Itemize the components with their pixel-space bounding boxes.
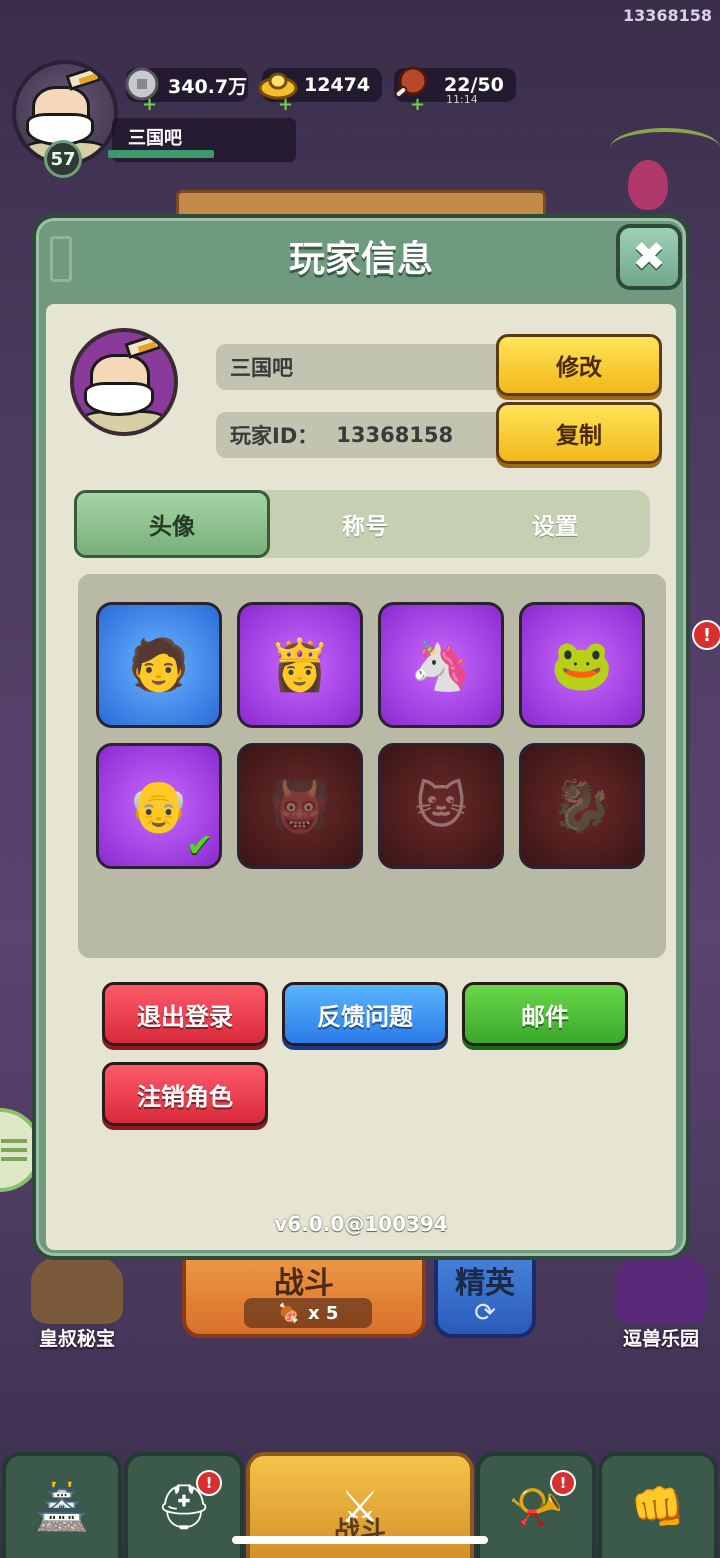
gold-plus-icon[interactable]: + xyxy=(278,94,293,115)
avatar-option[interactable]: 🧑 xyxy=(96,602,222,728)
nav-tab-heroes[interactable]: ⛑ xyxy=(124,1452,244,1558)
tab-avatar[interactable]: 头像 xyxy=(74,490,270,558)
dialog-title: 玩家信息 xyxy=(288,239,433,280)
level-badge: 57 xyxy=(44,140,82,178)
gold-counter[interactable]: + 12474 xyxy=(258,68,382,115)
tab-title[interactable]: 称号 xyxy=(270,490,460,558)
avatar-option[interactable]: 🐱 xyxy=(378,743,504,869)
player-id-value: 13368158 xyxy=(336,423,454,447)
pagoda-icon: 🏯 xyxy=(34,1482,90,1533)
fist-icon: 👊 xyxy=(630,1482,686,1533)
gold-value: 12474 xyxy=(304,74,371,96)
coin-value: 340.7万 xyxy=(168,75,248,98)
coin-plus-icon[interactable]: + xyxy=(142,94,157,115)
avatar-option[interactable]: 🐉 xyxy=(519,743,645,869)
right-building[interactable]: 逗兽乐园 xyxy=(608,1254,714,1351)
avatar-grid: 🧑 👸 🦄 🐸 👴 ✔ 👹 🐱 🐉 xyxy=(78,574,666,958)
player-id-label: 玩家ID： xyxy=(230,424,319,448)
stamina-plus-icon[interactable]: + xyxy=(410,94,425,115)
demon-warrior-avatar: 👹 xyxy=(268,776,332,835)
battle-cost-value: x 5 xyxy=(308,1302,339,1324)
elite-label: 精英 xyxy=(455,1266,515,1301)
avatar-option[interactable]: 👹 xyxy=(237,743,363,869)
home-indicator[interactable] xyxy=(232,1536,488,1544)
stamina-timer: 11:14 xyxy=(446,93,478,106)
nav-tab-upgrades[interactable]: 📯 xyxy=(476,1452,596,1558)
close-button[interactable]: ✖ xyxy=(616,224,682,290)
avatar-option[interactable]: 🦄 xyxy=(378,602,504,728)
lucky-cat-avatar: 🐱 xyxy=(414,777,468,835)
delete-role-button[interactable]: 注销角色 xyxy=(102,1062,268,1126)
stamina-counter[interactable]: + 22/50 11:14 xyxy=(394,66,516,115)
vine-decoration xyxy=(610,128,720,168)
refresh-icon: ⟳ xyxy=(474,1298,496,1328)
left-building-label: 皇叔秘宝 xyxy=(38,1328,115,1350)
green-headband-hero-avatar: 🧑 xyxy=(127,635,191,694)
player-id-field: 玩家ID： 13368158 xyxy=(216,412,506,458)
logout-button[interactable]: 退出登录 xyxy=(102,982,268,1046)
version-text: v6.0.0@100394 xyxy=(274,1212,448,1236)
close-icon: ✖ xyxy=(620,228,678,286)
avatar-option[interactable]: 👴 ✔ xyxy=(96,743,222,869)
meat-icon: 🍖 xyxy=(277,1302,300,1324)
alert-badge-icon: ! xyxy=(692,620,720,650)
dialog-body: 三国吧 修改 玩家ID： 13368158 复制 头像 称号 设置 🧑 👸 🦄 🐸 👴 ✔… xyxy=(46,304,676,1250)
edit-name-button[interactable]: 修改 xyxy=(496,334,662,396)
profile-avatar[interactable] xyxy=(70,328,178,436)
xp-bar xyxy=(108,150,214,158)
coin-counter[interactable]: + 340.7万 xyxy=(125,67,248,115)
avatar-option[interactable]: 👸 xyxy=(237,602,363,728)
elder-portrait-icon xyxy=(74,332,174,432)
right-building-label: 逗兽乐园 xyxy=(622,1328,699,1350)
left-building[interactable]: 皇叔秘宝 xyxy=(22,1254,132,1351)
treasure-chest-icon xyxy=(31,1254,123,1324)
nav-tab-shop[interactable]: 👊 xyxy=(598,1452,718,1558)
battle-cost: 🍖 x 5 xyxy=(244,1298,372,1328)
player-name-field: 三国吧 xyxy=(216,344,506,390)
tab-settings[interactable]: 设置 xyxy=(460,490,650,558)
dragon-avatar: 🐉 xyxy=(550,776,614,835)
radish-creature-icon xyxy=(628,160,668,210)
nav-tab-home[interactable]: 🏯 xyxy=(2,1452,122,1558)
info-tabs: 头像 称号 设置 xyxy=(74,490,650,558)
nav-heroes-alert-icon: ! xyxy=(196,1470,222,1496)
purple-hair-warrior-avatar: 👸 xyxy=(268,635,332,694)
player-info-dialog: 玩家信息 ✖ 三国吧 修改 玩家ID： 13368158 复制 头像 称号 设置… xyxy=(32,214,690,1260)
corner-player-id: 13368158 xyxy=(622,6,712,25)
player-name-value: 三国吧 xyxy=(230,356,293,380)
unicorn-avatar: 🦄 xyxy=(409,635,473,694)
mail-button[interactable]: 邮件 xyxy=(462,982,628,1046)
battle-label: 战斗 xyxy=(274,1266,334,1301)
frog-avatar: 🐸 xyxy=(550,635,614,694)
selected-check-icon: ✔ xyxy=(186,826,213,864)
beast-park-icon xyxy=(615,1254,707,1324)
avatar-option[interactable]: 🐸 xyxy=(519,602,645,728)
copy-id-button[interactable]: 复制 xyxy=(496,402,662,464)
nav-upgrades-alert-icon: ! xyxy=(550,1470,576,1496)
feedback-button[interactable]: 反馈问题 xyxy=(282,982,448,1046)
